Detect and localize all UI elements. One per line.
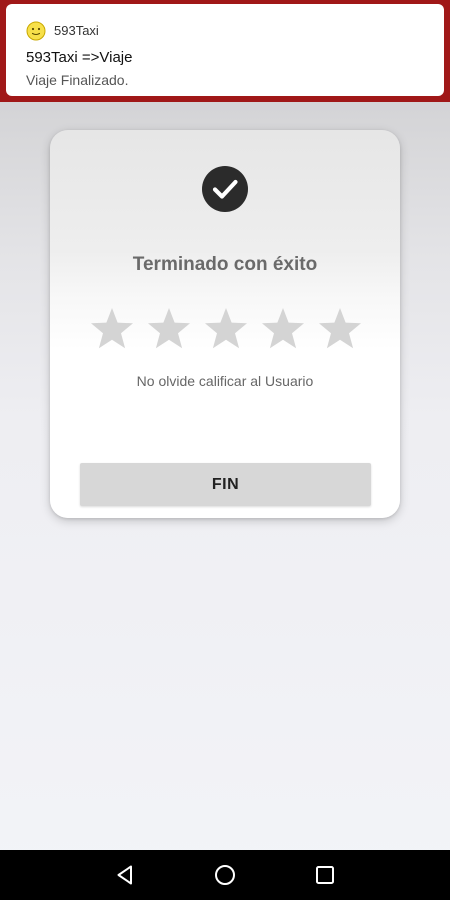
check-circle-icon	[202, 166, 248, 212]
notification-app-name: 593Taxi	[54, 23, 99, 38]
fin-button[interactable]: FIN	[80, 463, 371, 506]
star-icon[interactable]	[316, 305, 364, 353]
android-navigation-bar	[0, 850, 450, 900]
back-icon[interactable]	[113, 863, 137, 887]
star-icon[interactable]	[202, 305, 250, 353]
home-icon[interactable]	[213, 863, 237, 887]
rating-prompt: No olvide calificar al Usuario	[136, 373, 314, 389]
notification-frame: 593Taxi 593Taxi =>Viaje Viaje Finalizado…	[0, 0, 450, 102]
notification-text: Viaje Finalizado.	[26, 72, 129, 88]
smiley-icon	[26, 21, 46, 41]
success-title: Terminado con éxito	[132, 254, 318, 275]
star-icon[interactable]	[88, 305, 136, 353]
star-icon[interactable]	[259, 305, 307, 353]
recents-icon[interactable]	[313, 863, 337, 887]
rating-stars	[88, 305, 364, 353]
star-icon[interactable]	[145, 305, 193, 353]
notification-title: 593Taxi =>Viaje	[26, 49, 133, 66]
notification-card[interactable]: 593Taxi 593Taxi =>Viaje Viaje Finalizado…	[6, 4, 444, 96]
trip-finished-card: Terminado con éxito No olvide calificar …	[50, 130, 400, 518]
